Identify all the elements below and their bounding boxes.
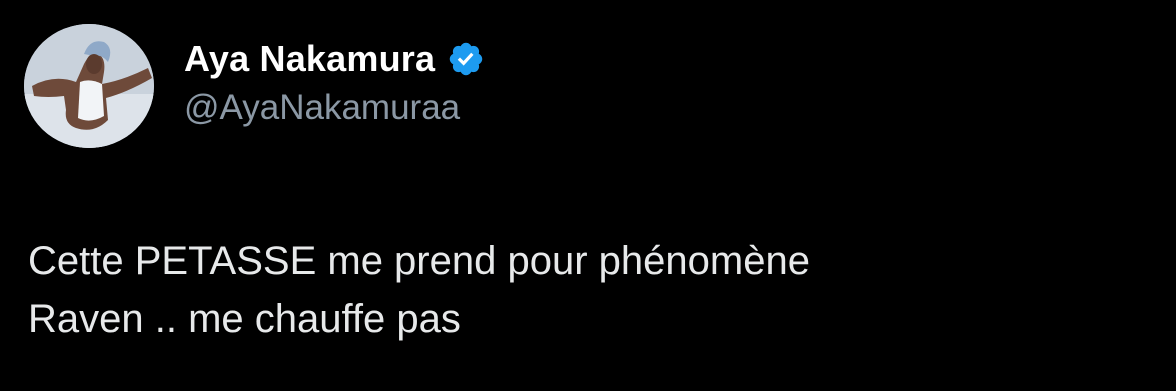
tweet-text-line: Raven .. me chauffe pas — [28, 297, 461, 341]
author-name-row: Aya Nakamura — [184, 36, 485, 82]
tweet-text-line: Cette PETASSE me prend pour phénomène — [28, 239, 810, 283]
author-handle[interactable]: @AyaNakamuraa — [184, 88, 460, 128]
verified-badge-icon — [449, 42, 483, 76]
tweet-card: Aya Nakamura @AyaNakamuraa Cette PETASSE… — [0, 0, 1176, 391]
tweet-text: Cette PETASSE me prend pour phénomène Ra… — [28, 232, 1128, 348]
avatar-photo-icon — [24, 24, 154, 148]
avatar[interactable] — [24, 24, 154, 148]
author-display-name[interactable]: Aya Nakamura — [184, 38, 435, 80]
